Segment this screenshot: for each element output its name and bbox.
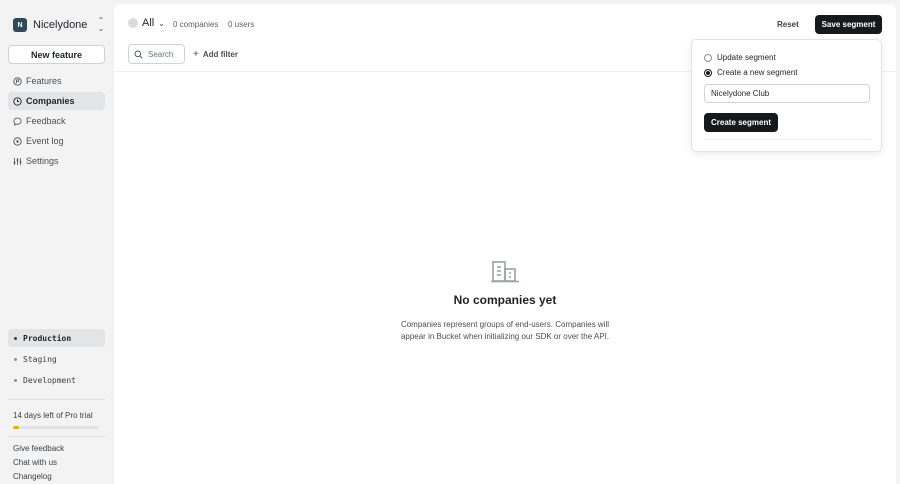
add-filter-label: Add filter <box>202 50 238 59</box>
env-dot-icon <box>14 378 17 382</box>
chat-with-us-link[interactable]: Chat with us <box>13 456 64 470</box>
chevron-down-icon: ⌄ <box>158 18 165 28</box>
chat-icon <box>13 117 22 126</box>
sidebar-item-settings[interactable]: Settings <box>8 152 105 170</box>
env-item-staging[interactable]: Staging <box>8 350 105 368</box>
save-segment-popover: Update segment Create a new segment Crea… <box>691 39 882 152</box>
top-bar: All ⌄ 0 companies 0 users Reset Save seg… <box>114 4 896 44</box>
sidebar-item-label: Features <box>26 76 62 86</box>
segment-selector[interactable]: All ⌄ <box>128 17 165 29</box>
create-segment-option[interactable]: Create a new segment <box>704 68 798 77</box>
trial-progress <box>13 426 99 429</box>
sidebar-item-companies[interactable]: Companies <box>8 92 105 110</box>
org-avatar: N <box>13 18 27 32</box>
footer-links: Give feedback Chat with us Changelog <box>13 442 64 484</box>
env-label: Staging <box>23 354 57 364</box>
sidebar-item-label: Event log <box>26 136 64 146</box>
env-label: Development <box>23 375 76 385</box>
add-filter-button[interactable]: + Add filter <box>193 49 238 60</box>
empty-state-description: Companies represent groups of end-users.… <box>400 320 610 341</box>
sidebar-item-label: Feedback <box>26 116 66 126</box>
sidebar-divider <box>8 399 105 400</box>
changelog-link[interactable]: Changelog <box>13 470 64 484</box>
env-dot-icon <box>14 357 17 361</box>
search-input[interactable]: Search <box>128 44 185 64</box>
environment-list: Production Staging Development <box>8 329 105 392</box>
env-item-production[interactable]: Production <box>8 329 105 347</box>
trial-progress-fill <box>13 426 20 429</box>
chevron-updown-icon: ⌃ ⌄ <box>97 16 105 33</box>
env-dot-icon <box>14 336 17 340</box>
sidebar-item-event-log[interactable]: Event log <box>8 132 105 150</box>
give-feedback-link[interactable]: Give feedback <box>13 442 64 456</box>
sidebar-item-feedback[interactable]: Feedback <box>8 112 105 130</box>
env-label: Production <box>23 333 72 343</box>
update-segment-option[interactable]: Update segment <box>704 53 776 62</box>
option-label: Update segment <box>717 53 776 62</box>
env-item-development[interactable]: Development <box>8 371 105 389</box>
search-placeholder: Search <box>148 49 174 59</box>
radio-icon[interactable] <box>704 68 712 77</box>
clock-icon <box>13 136 22 146</box>
segment-color-icon <box>128 18 138 28</box>
reset-button[interactable]: Reset <box>771 16 805 32</box>
sidebar-nav: Features Companies Feedback Event log Se… <box>8 72 105 172</box>
trial-text: 14 days left of Pro trial <box>13 411 93 420</box>
segment-name: All <box>142 17 155 29</box>
segment-name-input[interactable] <box>704 84 870 103</box>
sidebar-item-label: Settings <box>26 156 59 166</box>
search-icon <box>134 50 143 59</box>
create-segment-button[interactable]: Create segment <box>704 113 778 132</box>
sidebar-item-label: Companies <box>26 96 75 106</box>
option-label: Create a new segment <box>717 68 798 77</box>
flag-icon <box>13 76 22 86</box>
save-segment-button[interactable]: Save segment <box>815 15 882 34</box>
radio-icon[interactable] <box>704 53 712 62</box>
building-icon <box>491 261 519 283</box>
new-feature-button[interactable]: New feature <box>8 45 105 64</box>
users-count: 0 users <box>228 20 255 29</box>
empty-state-title: No companies yet <box>453 293 557 307</box>
empty-state: No companies yet Companies represent gro… <box>114 259 896 343</box>
companies-count: 0 companies <box>173 20 219 29</box>
sliders-icon <box>13 157 22 166</box>
plus-icon: + <box>193 49 199 60</box>
sidebar: N Nicelydone ⌃ ⌄ New feature Features Com… <box>0 0 114 484</box>
sidebar-divider <box>8 436 105 437</box>
sidebar-item-features[interactable]: Features <box>8 72 105 90</box>
building-icon <box>13 96 22 106</box>
divider <box>704 139 870 140</box>
org-switcher[interactable]: N Nicelydone ⌃ ⌄ <box>13 17 105 33</box>
org-name: Nicelydone <box>33 19 88 31</box>
